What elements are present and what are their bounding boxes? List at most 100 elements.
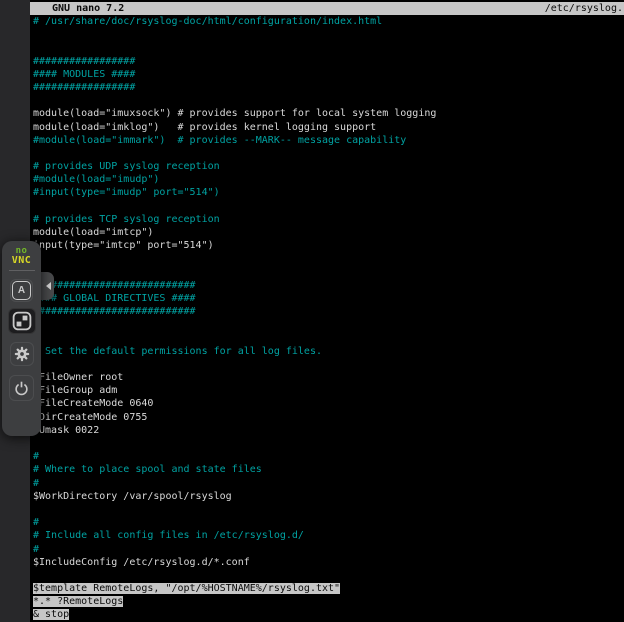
disconnect-button[interactable] [9, 375, 34, 401]
editor-line: #### GLOBAL DIRECTIVES #### [33, 292, 624, 305]
editor-line-text: # Set the default permissions for all lo… [33, 346, 322, 357]
editor-line-text: #module(load="immark") # provides --MARK… [33, 135, 406, 146]
editor-line: #module(load="immark") # provides --MARK… [33, 134, 624, 147]
vnc-control-panel: no VNC A [2, 241, 41, 436]
editor-line: $FileOwner root [33, 371, 624, 384]
editor-line-text: & stop [33, 609, 69, 620]
a-key-icon: A [12, 281, 31, 300]
editor-line-text: # provides UDP syslog reception [33, 161, 220, 172]
editor-line [33, 28, 624, 41]
editor-line: $IncludeConfig /etc/rsyslog.d/*.conf [33, 556, 624, 569]
editor-line [33, 503, 624, 516]
editor-line-text: #### GLOBAL DIRECTIVES #### [33, 293, 196, 304]
editor-line: #input(type="imudp" port="514") [33, 186, 624, 199]
editor-line [33, 41, 624, 54]
settings-button[interactable] [10, 342, 34, 366]
collapse-arrow-icon [46, 282, 51, 290]
editor-line [33, 94, 624, 107]
editor-line-text: ########################### [33, 280, 196, 291]
editor-line-text: # Include all config files in /etc/rsysl… [33, 530, 304, 541]
editor-line: $DirCreateMode 0755 [33, 411, 624, 424]
power-icon [13, 380, 30, 397]
editor-line-text: input(type="imtcp" port="514") [33, 240, 214, 251]
editor-line: & stop [33, 608, 624, 621]
editor-line: # [33, 477, 624, 490]
editor-line: # [33, 450, 624, 463]
panel-divider [9, 270, 35, 271]
editor-line-text: ########################### [33, 306, 196, 317]
editor-line: $WorkDirectory /var/spool/rsyslog [33, 490, 624, 503]
editor-line [33, 437, 624, 450]
nano-version-title: GNU nano 7.2 [52, 2, 124, 15]
editor-line-text: module(load="imuxsock") # provides suppo… [33, 108, 436, 119]
editor-line-text: # [33, 478, 39, 489]
editor-line [33, 200, 624, 213]
editor-line-text: $DirCreateMode 0755 [33, 412, 147, 423]
editor-content: # /usr/share/doc/rsyslog-doc/html/config… [30, 15, 624, 622]
editor-line-text: *.* ?RemoteLogs [33, 596, 123, 607]
editor-line: # /usr/share/doc/rsyslog-doc/html/config… [33, 15, 624, 28]
terminal[interactable]: GNU nano 7.2 /etc/rsyslog. # /usr/share/… [30, 0, 624, 622]
screen: { "theme": { "desktop_bg": "#28282a", "t… [0, 0, 624, 622]
editor-line: # provides UDP syslog reception [33, 160, 624, 173]
editor-line-text: $FileOwner root [33, 372, 123, 383]
editor-line: # Set the default permissions for all lo… [33, 345, 624, 358]
fullscreen-button[interactable] [8, 308, 36, 334]
nano-filename: /etc/rsyslog. [545, 2, 624, 15]
editor-line-text: # provides TCP syslog reception [33, 214, 220, 225]
editor-line: module(load="imtcp") [33, 226, 624, 239]
editor-line [33, 266, 624, 279]
editor-line-text: # [33, 451, 39, 462]
editor-line: # [33, 332, 624, 345]
editor-line-text: $FileCreateMode 0640 [33, 398, 153, 409]
editor-line: #module(load="imudp") [33, 173, 624, 186]
editor-line: ########################### [33, 305, 624, 318]
editor-line: module(load="imuxsock") # provides suppo… [33, 107, 624, 120]
editor-line: $template RemoteLogs, "/opt/%HOSTNAME%/r… [33, 582, 624, 595]
editor-line: module(load="imklog") # provides kernel … [33, 121, 624, 134]
editor-line-text: # Where to place spool and state files [33, 464, 262, 475]
editor-line-text: $Umask 0022 [33, 425, 99, 436]
editor-line: ################# [33, 81, 624, 94]
extra-keys-button[interactable]: A [10, 279, 33, 302]
editor-line: ########################### [33, 279, 624, 292]
editor-line: $FileGroup adm [33, 384, 624, 397]
editor-line-text: ################# [33, 56, 135, 67]
editor-line: # [33, 543, 624, 556]
editor-line-text: # [33, 544, 39, 555]
editor-line-text: # [33, 517, 39, 528]
editor-line-text: #module(load="imudp") [33, 174, 159, 185]
nano-titlebar: GNU nano 7.2 /etc/rsyslog. [30, 2, 624, 15]
editor-line-text: module(load="imklog") # provides kernel … [33, 122, 376, 133]
novnc-logo: no VNC [12, 247, 32, 265]
editor-line [33, 318, 624, 331]
a-key-label: A [18, 285, 25, 296]
gear-icon [14, 346, 30, 362]
editor-line-text: module(load="imtcp") [33, 227, 153, 238]
editor-line-text: # /usr/share/doc/rsyslog-doc/html/config… [33, 16, 382, 27]
editor-line-text: $FileGroup adm [33, 385, 117, 396]
editor-line: *.* ?RemoteLogs [33, 595, 624, 608]
editor-line-text: ################# [33, 82, 135, 93]
editor-line: # [33, 516, 624, 529]
editor-line-text: $WorkDirectory /var/spool/rsyslog [33, 491, 232, 502]
editor-line: # Include all config files in /etc/rsysl… [33, 529, 624, 542]
editor-line-text: $template RemoteLogs, "/opt/%HOSTNAME%/r… [33, 583, 340, 594]
editor-line [33, 569, 624, 582]
editor-line [33, 252, 624, 265]
novnc-logo-vnc: VNC [12, 256, 32, 265]
panel-collapse-handle[interactable] [40, 272, 54, 300]
editor-line: #### MODULES #### [33, 68, 624, 81]
editor-line: input(type="imtcp" port="514") [33, 239, 624, 252]
editor-line: # [33, 358, 624, 371]
editor-line: # provides TCP syslog reception [33, 213, 624, 226]
editor-line: $Umask 0022 [33, 424, 624, 437]
editor-line-text: #### MODULES #### [33, 69, 135, 80]
editor-line: # Where to place spool and state files [33, 463, 624, 476]
editor-line: ################# [33, 55, 624, 68]
editor-line [33, 147, 624, 160]
editor-line-text: #input(type="imudp" port="514") [33, 187, 220, 198]
fullscreen-icon [12, 311, 32, 331]
editor-line: $FileCreateMode 0640 [33, 397, 624, 410]
editor-line-text: $IncludeConfig /etc/rsyslog.d/*.conf [33, 557, 250, 568]
